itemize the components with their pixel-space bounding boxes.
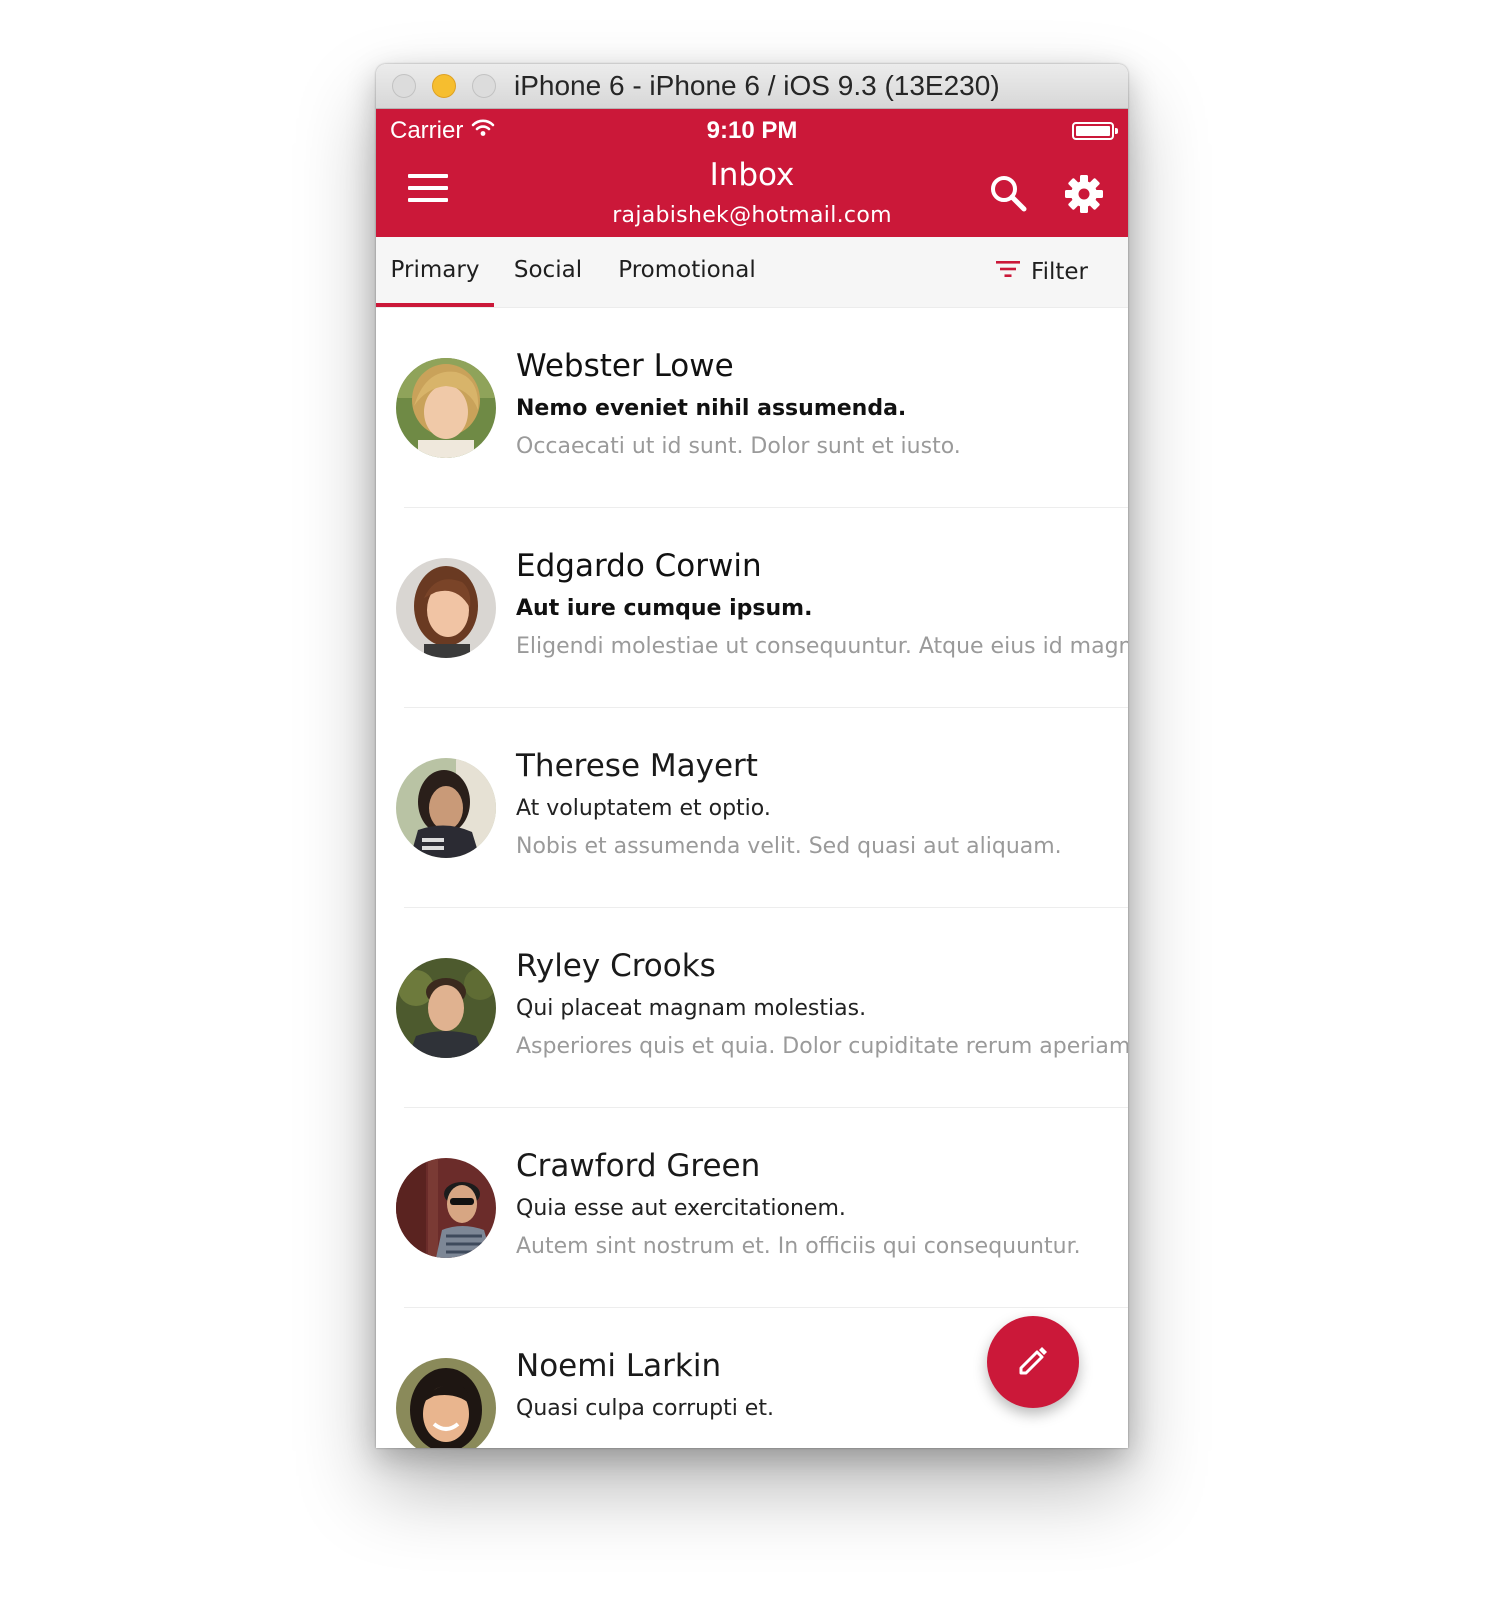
settings-icon — [1059, 175, 1109, 223]
message-preview: Occaecati ut id sunt. Dolor sunt et iust… — [516, 434, 961, 459]
sender-name: Crawford Green — [516, 1148, 761, 1184]
message-subject: Nemo eveniet nihil assumenda. — [516, 396, 907, 421]
tab-primary[interactable]: Primary — [376, 237, 494, 307]
battery-level — [1076, 126, 1110, 136]
active-tab-indicator — [376, 303, 494, 307]
sender-name: Ryley Crooks — [516, 948, 716, 984]
window-title: iPhone 6 - iPhone 6 / iOS 9.3 (13E230) — [514, 70, 1000, 101]
sender-name: Webster Lowe — [516, 348, 734, 384]
avatar — [396, 758, 496, 858]
filter-label: Filter — [1031, 259, 1088, 285]
message-subject: Quasi culpa corrupti et. — [516, 1396, 774, 1421]
minimize-window-button[interactable] — [432, 74, 456, 98]
message-preview: Autem sint nostrum et. In officiis qui c… — [516, 1234, 1081, 1259]
sender-name: Noemi Larkin — [516, 1348, 722, 1384]
message-preview: Asperiores quis et quia. Dolor cupiditat… — [516, 1034, 1128, 1059]
message-subject: Quia esse aut exercitationem. — [516, 1196, 846, 1221]
sender-name: Edgardo Corwin — [516, 548, 762, 584]
status-time: 9:10 PM — [706, 117, 798, 144]
status-bar: Carrier 9:10 PM — [376, 109, 1128, 153]
settings-button[interactable] — [1059, 169, 1109, 219]
message-subject: At voluptatem et optio. — [516, 796, 771, 821]
list-item[interactable]: Therese Mayert At voluptatem et optio. N… — [376, 708, 1128, 908]
message-subject: Qui placeat magnam molestias. — [516, 996, 867, 1021]
category-tabs: Primary Social Promotional Filter — [376, 237, 1128, 308]
message-preview: Eligendi molestiae ut consequuntur. Atqu… — [516, 634, 1128, 659]
avatar — [396, 558, 496, 658]
avatar — [396, 358, 496, 458]
compose-button[interactable] — [987, 1316, 1079, 1408]
list-item[interactable]: Edgardo Corwin Aut iure cumque ipsum. El… — [376, 508, 1128, 708]
search-icon — [984, 176, 1034, 223]
inbox-app: Carrier 9:10 PM Inbox rajabishek@hotmail… — [376, 109, 1128, 1448]
sender-name: Therese Mayert — [516, 748, 758, 784]
list-item[interactable]: Webster Lowe Nemo eveniet nihil assumend… — [376, 308, 1128, 508]
zoom-window-button[interactable] — [472, 74, 496, 98]
avatar — [396, 1358, 496, 1448]
list-item[interactable]: Ryley Crooks Qui placeat magnam molestia… — [376, 908, 1128, 1108]
window-titlebar: iPhone 6 - iPhone 6 / iOS 9.3 (13E230) — [376, 64, 1128, 109]
search-button[interactable] — [984, 169, 1034, 219]
battery-icon — [1072, 122, 1118, 140]
filter-icon — [995, 258, 1021, 286]
list-item[interactable]: Crawford Green Quia esse aut exercitatio… — [376, 1108, 1128, 1308]
message-subject: Aut iure cumque ipsum. — [516, 596, 813, 621]
message-preview: Nobis et assumenda velit. Sed quasi aut … — [516, 834, 1062, 859]
avatar — [396, 1158, 496, 1258]
tab-social[interactable]: Social — [502, 237, 594, 307]
message-list: Webster Lowe Nemo eveniet nihil assumend… — [376, 308, 1128, 1448]
simulator-window: iPhone 6 - iPhone 6 / iOS 9.3 (13E230) C… — [376, 64, 1128, 1448]
close-window-button[interactable] — [392, 74, 416, 98]
filter-button[interactable]: Filter — [995, 237, 1088, 307]
pencil-icon — [1013, 1340, 1053, 1384]
avatar — [396, 958, 496, 1058]
tab-promotional[interactable]: Promotional — [612, 237, 762, 307]
app-header: Carrier 9:10 PM Inbox rajabishek@hotmail… — [376, 109, 1128, 237]
